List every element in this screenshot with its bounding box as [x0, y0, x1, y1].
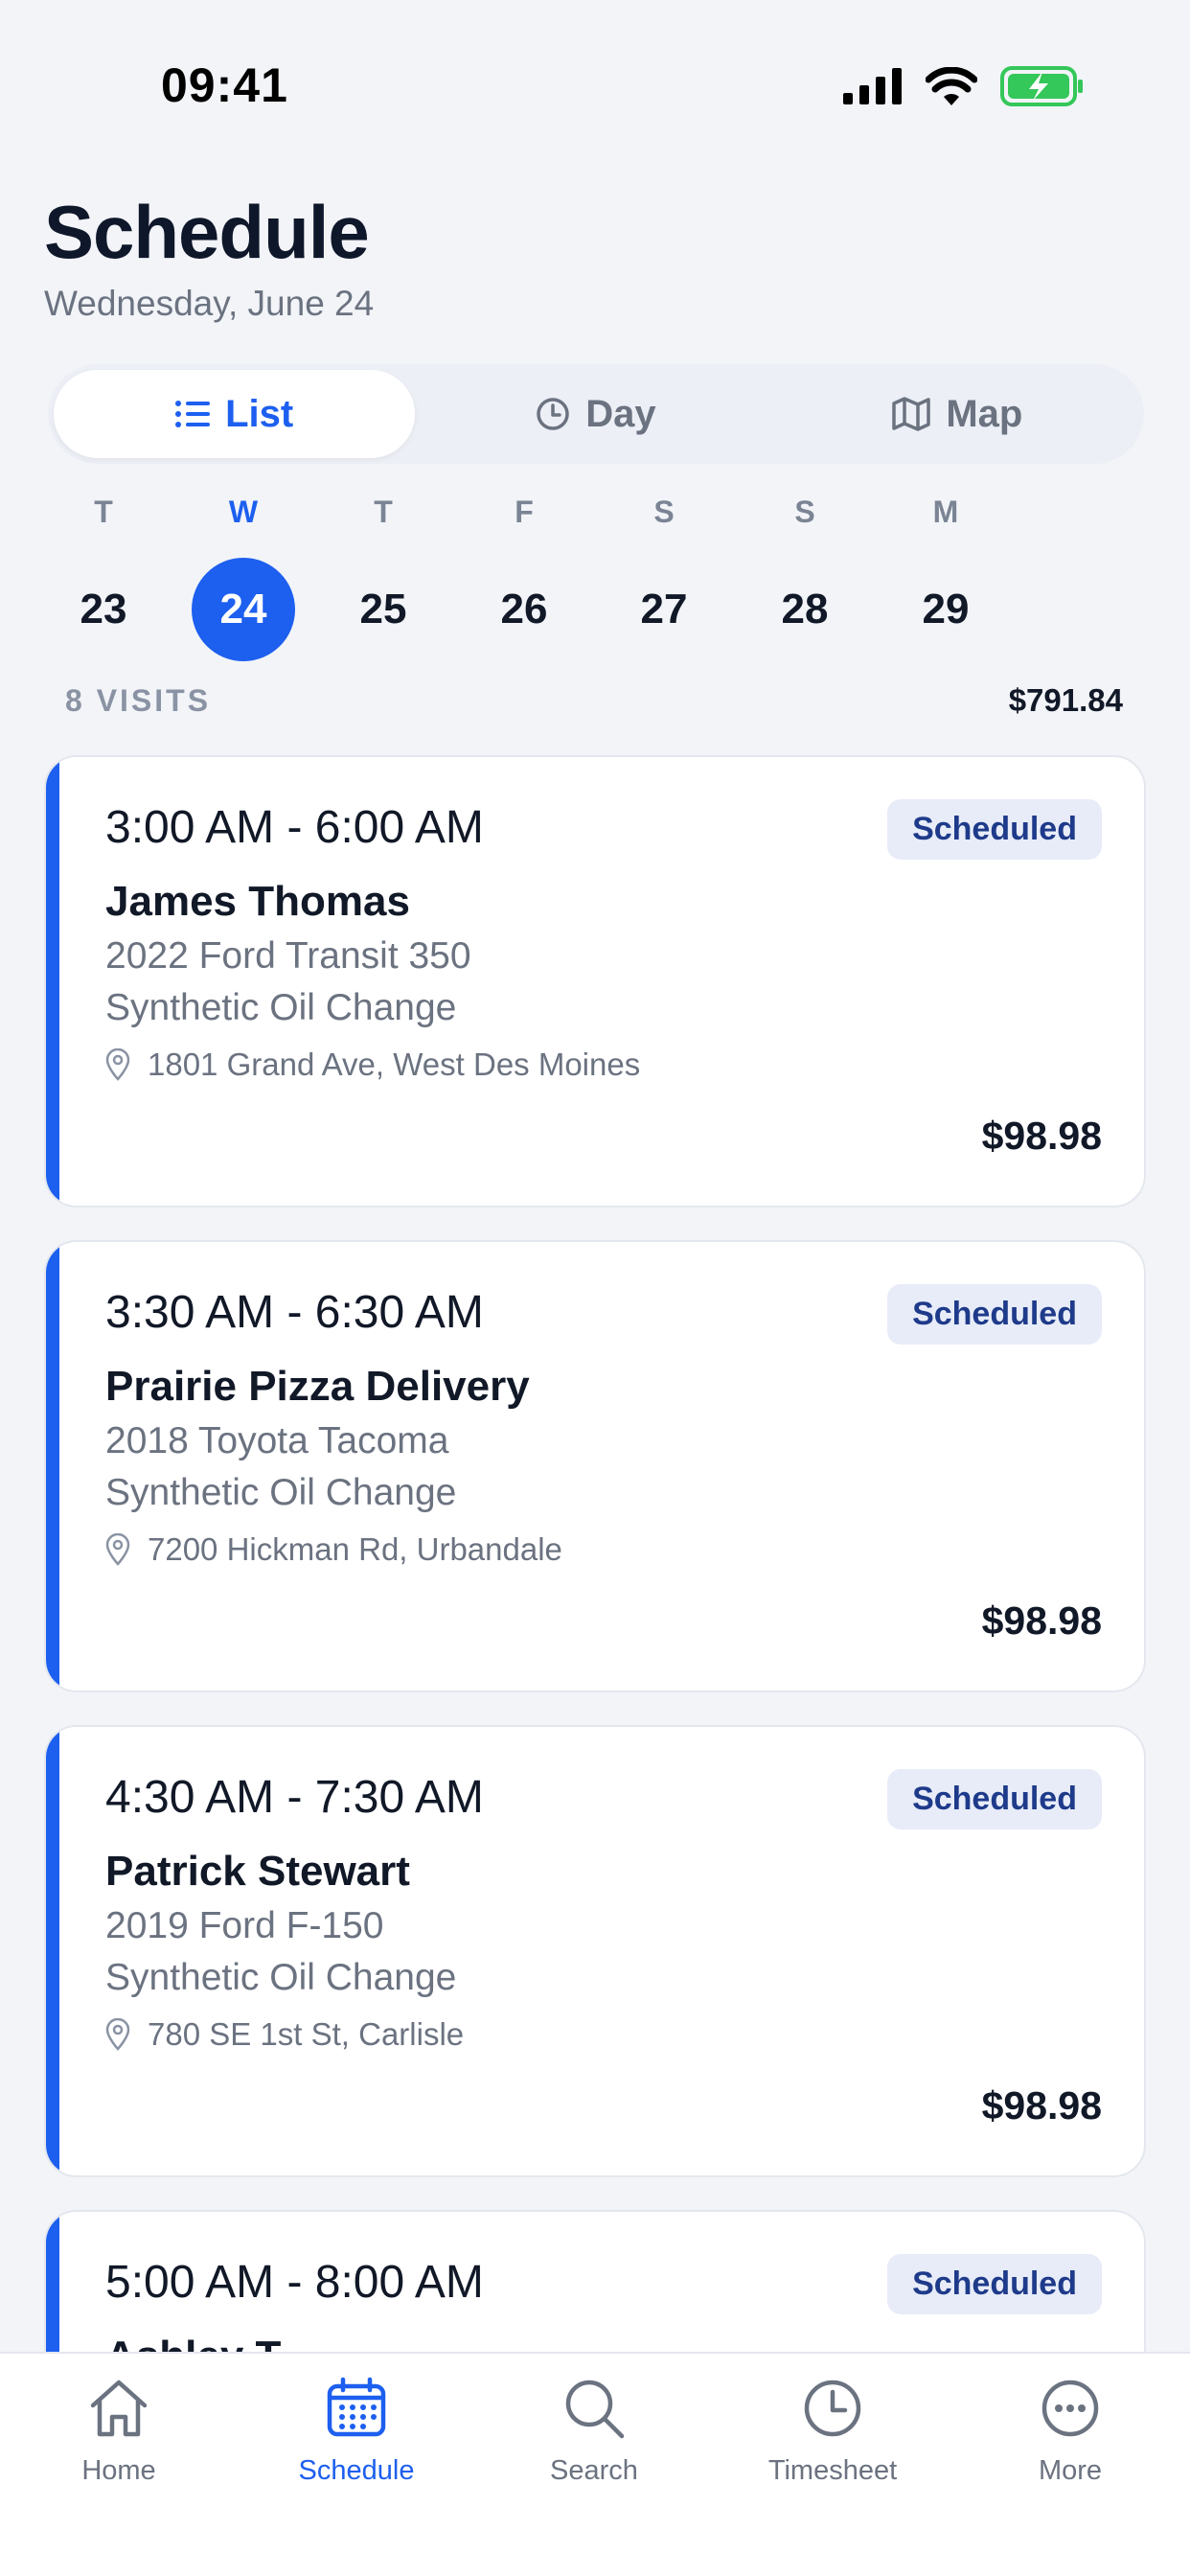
status-badge: Scheduled [887, 1769, 1102, 1829]
day-26[interactable]: F 26 [471, 489, 577, 661]
week-strip: T 23 W 24 T 25 F 26 S 27 S 28 M 29 [48, 489, 1144, 661]
day-letter: M [932, 494, 959, 529]
view-switch: List Day Map [48, 364, 1144, 464]
vehicle: 2018 Toyota Tacoma [105, 1420, 449, 1461]
vehicle: 2022 Ford Transit 350 [105, 935, 471, 977]
day-28[interactable]: S 28 [752, 489, 858, 661]
customer-name: Patrick Stewart [105, 1848, 410, 1895]
clock-icon [804, 2380, 861, 2437]
vehicle: 2019 Ford F-150 [105, 1905, 384, 1946]
page-title: Schedule [44, 190, 370, 274]
view-option-map[interactable]: Map [777, 370, 1138, 458]
tab-label: Home [81, 2455, 156, 2486]
visit-list: 3:00 AM - 6:00 AM Scheduled James Thomas… [44, 755, 1146, 2352]
day-24-selected[interactable]: W 24 [191, 489, 296, 661]
more-icon [1041, 2380, 1099, 2437]
day-27[interactable]: S 27 [611, 489, 717, 661]
address: 780 SE 1st St, Carlisle [105, 2016, 464, 2053]
day-23[interactable]: T 23 [51, 489, 156, 661]
view-option-label: Day [585, 392, 656, 435]
address: 1801 Grand Ave, West Des Moines [105, 1046, 640, 1083]
view-option-label: Map [946, 392, 1023, 435]
day-number: 29 [922, 586, 970, 632]
day-number: 27 [640, 586, 688, 632]
visit-time: 5:00 AM - 8:00 AM [105, 2257, 484, 2308]
visit-card[interactable]: 4:30 AM - 7:30 AM Scheduled Patrick Stew… [44, 1725, 1146, 2177]
day-25[interactable]: T 25 [331, 489, 436, 661]
day-letter: F [515, 494, 534, 529]
service: Synthetic Oil Change [105, 1957, 457, 1998]
visit-time: 4:30 AM - 7:30 AM [105, 1772, 484, 1823]
tab-label: Search [550, 2455, 638, 2486]
service: Synthetic Oil Change [105, 1472, 457, 1513]
status-icons [843, 63, 1085, 109]
day-letter: T [94, 494, 113, 529]
total-amount: $791.84 [1008, 682, 1123, 718]
day-letter: T [374, 494, 393, 529]
view-option-label: List [225, 392, 294, 435]
day-number: 23 [80, 586, 127, 632]
clock-icon [537, 398, 570, 430]
visit-card[interactable]: 3:30 AM - 6:30 AM Scheduled Prairie Pizz… [44, 1240, 1146, 1692]
day-letter: W [228, 494, 259, 529]
day-number: 24 [192, 558, 295, 661]
visit-price: $98.98 [981, 2083, 1102, 2128]
calendar-icon [327, 2377, 386, 2437]
address-text: 7200 Hickman Rd, Urbandale [148, 1531, 562, 1567]
visit-time: 3:00 AM - 6:00 AM [105, 802, 484, 853]
day-letter: S [794, 494, 815, 529]
tab-timesheet[interactable]: Timesheet [714, 2373, 951, 2487]
tab-home[interactable]: Home [0, 2373, 238, 2487]
visit-time: 3:30 AM - 6:30 AM [105, 1287, 484, 1338]
day-number: 25 [359, 586, 407, 632]
status-badge: Scheduled [887, 799, 1102, 860]
tab-label: Schedule [298, 2455, 415, 2486]
day-number: 26 [500, 586, 548, 632]
tab-schedule[interactable]: Schedule [238, 2373, 475, 2487]
customer-name: James Thomas [105, 878, 410, 925]
search-icon [565, 2380, 625, 2439]
location-pin-icon [105, 2018, 130, 2051]
tab-more[interactable]: More [951, 2373, 1189, 2487]
status-badge: Scheduled [887, 1284, 1102, 1345]
address: 7200 Hickman Rd, Urbandale [105, 1531, 562, 1568]
day-letter: S [653, 494, 675, 529]
home-icon [90, 2380, 148, 2437]
visits-count: 8 VISITS [65, 682, 212, 718]
page-subtitle: Wednesday, June 24 [44, 283, 375, 323]
list-icon [175, 401, 211, 427]
map-icon [892, 397, 931, 431]
address-text: 780 SE 1st St, Carlisle [148, 2016, 465, 2052]
status-badge: Scheduled [887, 2254, 1102, 2314]
day-29[interactable]: M 29 [893, 489, 998, 661]
visit-card[interactable]: 3:00 AM - 6:00 AM Scheduled James Thomas… [44, 755, 1146, 1208]
view-option-day[interactable]: Day [415, 370, 776, 458]
status-bar: 09:41 [0, 0, 1190, 172]
location-pin-icon [105, 1533, 130, 1566]
wifi-icon [926, 67, 977, 105]
status-time: 09:41 [161, 58, 288, 112]
visits-summary: 8 VISITS $791.84 [65, 682, 1123, 719]
customer-name: Prairie Pizza Delivery [105, 1363, 530, 1410]
service: Synthetic Oil Change [105, 987, 457, 1028]
visit-price: $98.98 [981, 1114, 1102, 1158]
battery-charging-icon [1000, 66, 1083, 106]
customer-name: Ashley T [105, 2333, 281, 2352]
tab-bar: Home Schedule Search Timesheet More [0, 2352, 1190, 2576]
tab-label: More [1038, 2455, 1103, 2486]
header: Schedule Wednesday, June 24 [44, 190, 375, 324]
tab-search[interactable]: Search [475, 2373, 713, 2487]
visit-card[interactable]: 5:00 AM - 8:00 AM Scheduled Ashley T [44, 2210, 1146, 2352]
tab-label: Timesheet [767, 2455, 898, 2486]
location-pin-icon [105, 1048, 130, 1081]
address-text: 1801 Grand Ave, West Des Moines [148, 1046, 641, 1082]
visit-price: $98.98 [981, 1598, 1102, 1643]
view-option-list[interactable]: List [54, 370, 416, 458]
signal-icon [843, 68, 902, 104]
day-number: 28 [781, 586, 829, 632]
